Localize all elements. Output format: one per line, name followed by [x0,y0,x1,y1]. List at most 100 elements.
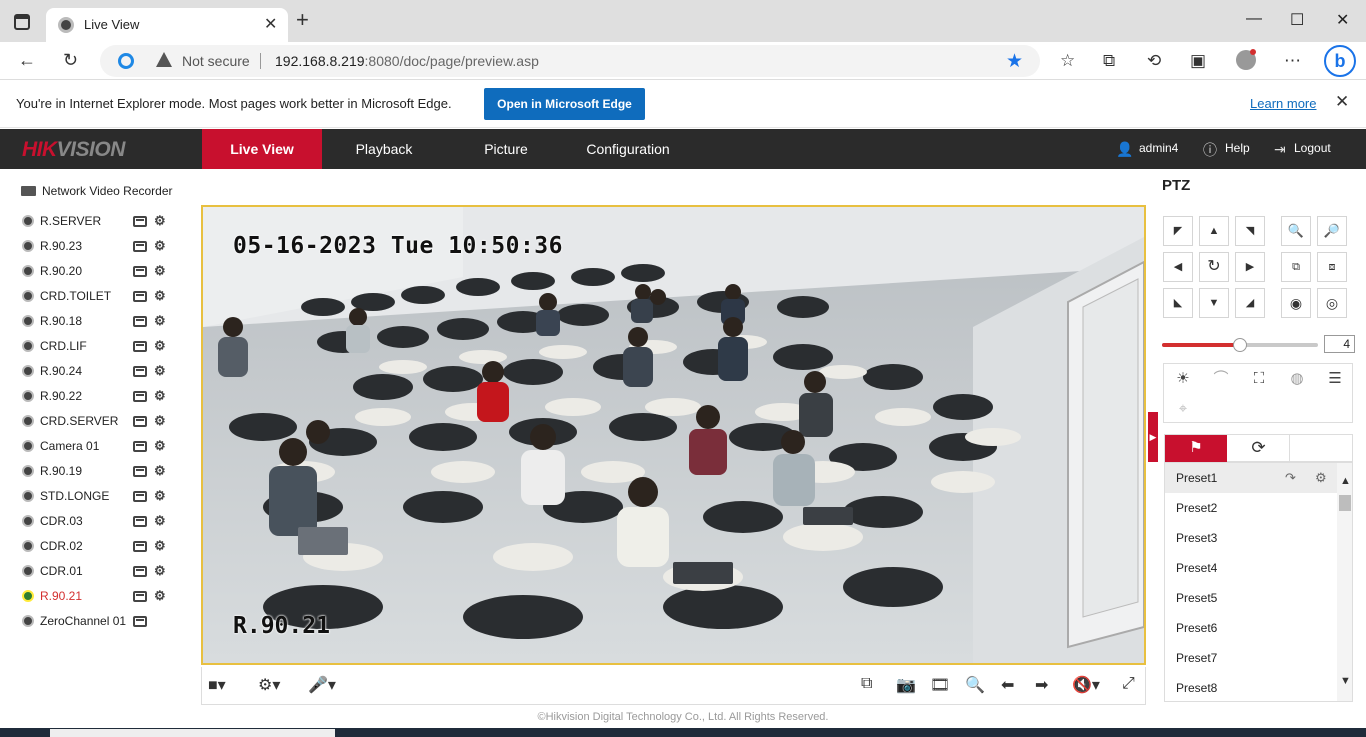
camera-name[interactable]: STD.LONGE [40,489,109,503]
record-status-icon[interactable] [133,391,147,402]
lens-init-icon[interactable]: ◍ [1278,364,1316,394]
camera-name[interactable]: CDR.01 [40,564,83,578]
camera-name[interactable]: R.90.24 [40,364,82,378]
menu-icon[interactable]: ☰ [1316,364,1354,394]
preset-item[interactable]: Preset6 [1165,613,1337,643]
stream-type-icon[interactable]: ⚙ [154,438,166,454]
preset-item[interactable]: Preset3 [1165,523,1337,553]
auxiliary-focus-icon[interactable]: ⛶ [1240,364,1278,394]
tab-close-icon[interactable]: ✕ [264,14,277,34]
ptz-up-left-icon[interactable]: ◤ [1163,216,1193,246]
camera-item[interactable]: CDR.02 ⚙ [20,537,180,557]
preset-item[interactable]: Preset2 [1165,493,1337,523]
ptz-down-left-icon[interactable]: ◣ [1163,288,1193,318]
preset-item[interactable]: Preset1 ↷ ⚙ [1165,463,1337,493]
url-text[interactable]: 192.168.8.219:8080/doc/page/preview.asp [275,53,539,69]
iris-close-icon[interactable]: ◎ [1317,288,1347,318]
learn-more-link[interactable]: Learn more [1250,96,1316,111]
favorite-star-icon[interactable]: ★ [1006,50,1023,73]
logout-icon[interactable]: ⇥ [1274,141,1286,158]
camera-name[interactable]: CDR.02 [40,539,83,553]
tab-presets-flag-icon[interactable]: ⚑ [1165,435,1227,463]
camera-item[interactable]: CRD.TOILET ⚙ [20,287,180,307]
camera-item[interactable]: CRD.LIF ⚙ [20,337,180,357]
preset-item[interactable]: Preset4 [1165,553,1337,583]
iris-open-icon[interactable]: ◉ [1281,288,1311,318]
scroll-up-icon[interactable]: ▲ [1340,475,1351,487]
camera-item[interactable]: R.90.22 ⚙ [20,387,180,407]
set-preset-gear-icon[interactable]: ⚙ [1315,463,1327,493]
stream-select-icon[interactable]: ⚙▾ [258,675,280,695]
camera-item[interactable]: R.90.21 ⚙ [20,587,180,607]
stream-type-icon[interactable]: ⚙ [154,463,166,479]
camera-item[interactable]: STD.LONGE ⚙ [20,487,180,507]
ie-mode-icon[interactable] [118,53,134,69]
stream-type-icon[interactable]: ⚙ [154,213,166,229]
logout-link[interactable]: Logout [1294,141,1331,155]
preset-item[interactable]: Preset7 [1165,643,1337,673]
more-menu-icon[interactable]: ⋯ [1284,51,1301,71]
record-status-icon[interactable] [133,341,147,352]
stream-type-icon[interactable]: ⚙ [154,238,166,254]
camera-name[interactable]: CRD.LIF [40,339,87,353]
nav-playback[interactable]: Playback [334,129,434,169]
camera-item[interactable]: CDR.03 ⚙ [20,512,180,532]
previous-page-icon[interactable]: ⬅ [1001,675,1014,695]
favorites-icon[interactable]: ☆ [1060,51,1075,71]
record-status-icon[interactable] [133,366,147,377]
nvr-root-label[interactable]: Network Video Recorder [42,184,173,198]
camera-name[interactable]: CDR.03 [40,514,83,528]
bing-icon[interactable]: b [1324,45,1356,77]
ptz-collapse-icon[interactable]: ▶ [1148,412,1158,462]
stop-all-icon[interactable]: ⧉ [861,675,872,693]
camera-name[interactable]: R.SERVER [40,214,101,228]
capture-icon[interactable]: 📷 [896,675,916,695]
stream-type-icon[interactable]: ⚙ [154,488,166,504]
camera-name[interactable]: R.90.21 [40,589,82,603]
tab-patrol-icon[interactable]: ⟳ [1228,435,1290,463]
record-status-icon[interactable] [133,516,147,527]
ptz-right-icon[interactable]: ▶ [1235,252,1265,282]
fullscreen-icon[interactable]: ⤢ [1122,675,1135,693]
window-close-icon[interactable]: ✕ [1336,10,1349,30]
record-status-icon[interactable] [133,241,147,252]
ptz-down-right-icon[interactable]: ◢ [1235,288,1265,318]
record-status-icon[interactable] [133,316,147,327]
record-icon[interactable]: 🎞 [930,675,950,695]
live-video-window[interactable]: 05-16-2023 Tue 10:50:36 R.90.21 [201,205,1146,665]
collections-icon[interactable]: ⧉ [1103,51,1115,71]
stream-type-icon[interactable]: ⚙ [154,538,166,554]
record-status-icon[interactable] [133,441,147,452]
stream-type-icon[interactable]: ⚙ [154,588,166,604]
taskbar-search[interactable] [50,729,335,737]
ptz-speed-handle[interactable] [1233,338,1247,352]
scroll-thumb[interactable] [1339,495,1351,511]
record-status-icon[interactable] [133,266,147,277]
minimize-icon[interactable]: — [1246,10,1262,28]
camera-item[interactable]: Camera 01 ⚙ [20,437,180,457]
stream-type-icon[interactable]: ⚙ [154,313,166,329]
camera-item[interactable]: R.90.20 ⚙ [20,262,180,282]
scroll-down-icon[interactable]: ▼ [1340,675,1351,687]
camera-name[interactable]: CRD.TOILET [40,289,111,303]
zoom-in-icon[interactable]: 🔎 [1317,216,1347,246]
camera-item[interactable]: CDR.01 ⚙ [20,562,180,582]
nav-configuration[interactable]: Configuration [578,129,678,169]
refresh-icon[interactable]: ↻ [63,50,78,71]
camera-name[interactable]: R.90.18 [40,314,82,328]
ptz-down-icon[interactable]: ▼ [1199,288,1229,318]
url-field[interactable]: Not secure 192.168.8.219:8080/doc/page/p… [100,45,1040,77]
user-name[interactable]: admin4 [1139,141,1178,155]
next-page-icon[interactable]: ➡ [1035,675,1048,695]
record-status-icon[interactable] [133,216,147,227]
not-secure-label[interactable]: Not secure [182,53,250,69]
preset-item[interactable]: Preset5 [1165,583,1337,613]
focus-near-icon[interactable]: ⧉ [1281,252,1311,282]
stream-type-icon[interactable]: ⚙ [154,263,166,279]
stream-type-icon[interactable]: ⚙ [154,288,166,304]
ptz-speed-slider[interactable] [1162,338,1318,352]
camera-name[interactable]: R.90.23 [40,239,82,253]
stream-type-icon[interactable]: ⚙ [154,388,166,404]
tab-actions-icon[interactable] [14,14,30,30]
nav-picture[interactable]: Picture [458,129,554,169]
